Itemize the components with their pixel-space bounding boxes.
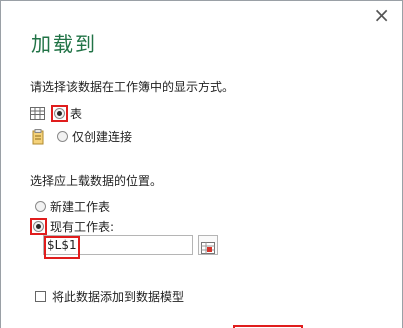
dialog-title: 加载到 (31, 32, 97, 56)
cell-reference-input[interactable]: $L$1 (43, 235, 193, 255)
option-table-row: 表 (30, 105, 82, 122)
radio-table[interactable] (54, 108, 65, 119)
data-model-row: 将此数据添加到数据模型 (35, 288, 184, 305)
radio-existing-highlight (30, 218, 47, 235)
option-existing-sheet-row: 现有工作表: (30, 218, 114, 235)
location-prompt: 选择应上载数据的位置。 (30, 174, 163, 188)
option-new-sheet-row: 新建工作表 (35, 198, 110, 215)
view-prompt: 请选择该数据在工作簿中的显示方式。 (30, 80, 235, 94)
radio-connection-only[interactable] (57, 131, 68, 142)
range-picker-icon (201, 239, 215, 254)
load-to-dialog: × 加载到 请选择该数据在工作簿中的显示方式。 表 仅创建连接 选择应上载数据的… (0, 0, 403, 328)
radio-new-sheet[interactable] (35, 201, 46, 212)
connection-icon (32, 128, 48, 145)
option-table-label[interactable]: 表 (70, 105, 82, 122)
option-existing-sheet-label[interactable]: 现有工作表: (50, 218, 114, 235)
table-icon (30, 106, 46, 121)
data-model-label[interactable]: 将此数据添加到数据模型 (52, 288, 184, 305)
option-connection-label[interactable]: 仅创建连接 (72, 128, 132, 145)
data-model-checkbox[interactable] (35, 291, 46, 302)
radio-table-highlight (51, 105, 68, 122)
cell-reference-group: $L$1 (43, 235, 218, 255)
option-connection-row: 仅创建连接 (32, 128, 132, 145)
range-picker-button[interactable] (198, 235, 218, 255)
close-icon[interactable]: × (373, 4, 390, 26)
radio-existing-sheet[interactable] (33, 221, 44, 232)
option-new-sheet-label[interactable]: 新建工作表 (50, 198, 110, 215)
